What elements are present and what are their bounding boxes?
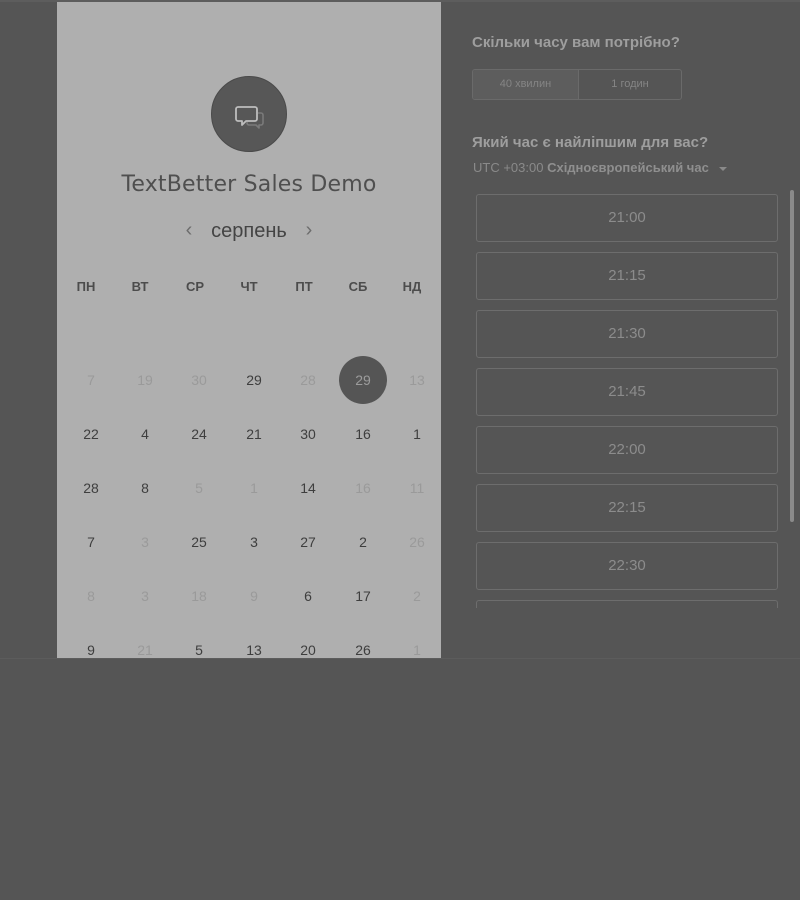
calendar-days-grid: 7 19 30 29 28 29 13 22 4 24 21 30 16 1 28 8 5 1 14 16 11 7 3 25… bbox=[57, 2, 441, 658]
calendar-day: 3 bbox=[141, 588, 149, 604]
time-question: Який час є найліпшим для вас? bbox=[472, 134, 709, 151]
time-slot-scrollbar[interactable] bbox=[790, 190, 794, 522]
duration-selector: 40 хвилин 1 годин bbox=[472, 69, 682, 100]
calendar-day[interactable]: 7 bbox=[67, 518, 115, 566]
timezone-name: Східноєвропейський час bbox=[547, 160, 709, 175]
calendar-day: 18 bbox=[191, 588, 207, 604]
calendar-day[interactable]: 5 bbox=[175, 626, 223, 658]
time-slot[interactable]: 21:30 bbox=[476, 310, 778, 358]
calendar-day[interactable]: 30 bbox=[284, 410, 332, 458]
calendar-day: 3 bbox=[141, 534, 149, 550]
calendar-day[interactable]: 29 bbox=[230, 356, 278, 404]
calendar-day: 21 bbox=[137, 642, 153, 658]
time-slot[interactable]: 22:15 bbox=[476, 484, 778, 532]
calendar-day: 28 bbox=[300, 372, 316, 388]
calendar-day[interactable]: 17 bbox=[339, 572, 387, 620]
calendar-day[interactable]: 16 bbox=[339, 410, 387, 458]
time-slot[interactable]: 22:00 bbox=[476, 426, 778, 474]
calendar-day: 30 bbox=[191, 372, 207, 388]
chevron-down-icon bbox=[719, 166, 728, 171]
calendar-day: 8 bbox=[87, 588, 95, 604]
time-slot-list: 21:00 21:15 21:30 21:45 22:00 22:15 22:3… bbox=[470, 190, 785, 608]
calendar-day: 5 bbox=[195, 480, 203, 496]
calendar-day[interactable]: 4 bbox=[121, 410, 169, 458]
time-slot[interactable] bbox=[476, 600, 778, 608]
calendar-day[interactable]: 25 bbox=[175, 518, 223, 566]
calendar-day[interactable]: 14 bbox=[284, 464, 332, 512]
calendar-day: 2 bbox=[413, 588, 421, 604]
calendar-day[interactable]: 9 bbox=[67, 626, 115, 658]
calendar-day[interactable]: 1 bbox=[393, 410, 441, 458]
time-slot[interactable]: 21:00 bbox=[476, 194, 778, 242]
calendar-day[interactable]: 26 bbox=[339, 626, 387, 658]
duration-option-40-min[interactable]: 40 хвилин bbox=[473, 70, 579, 99]
calendar-day: 13 bbox=[409, 372, 425, 388]
timezone-offset: UTC +03:00 bbox=[473, 160, 544, 175]
calendar-day[interactable]: 3 bbox=[230, 518, 278, 566]
calendar-day: 19 bbox=[137, 372, 153, 388]
calendar-day[interactable]: 28 bbox=[67, 464, 115, 512]
calendar-day[interactable]: 22 bbox=[67, 410, 115, 458]
time-slot[interactable]: 21:15 bbox=[476, 252, 778, 300]
calendar-day[interactable]: 6 bbox=[284, 572, 332, 620]
calendar-day: 9 bbox=[250, 588, 258, 604]
duration-question: Скільки часу вам потрібно? bbox=[472, 34, 680, 51]
calendar-panel: TextBetter Sales Demo ‹ серпень › ПН ВТ … bbox=[57, 2, 441, 658]
calendar-day: 7 bbox=[87, 372, 95, 388]
calendar-day[interactable]: 20 bbox=[284, 626, 332, 658]
time-slot[interactable]: 22:30 bbox=[476, 542, 778, 590]
calendar-day[interactable]: 21 bbox=[230, 410, 278, 458]
calendar-day-selected[interactable]: 29 bbox=[339, 356, 387, 404]
calendar-day[interactable]: 13 bbox=[230, 626, 278, 658]
timezone-selector[interactable]: UTC +03:00 Східноєвропейський час bbox=[473, 160, 728, 175]
calendar-day[interactable]: 27 bbox=[284, 518, 332, 566]
calendar-day[interactable]: 8 bbox=[121, 464, 169, 512]
calendar-day: 26 bbox=[409, 534, 425, 550]
calendar-day: 1 bbox=[250, 480, 258, 496]
time-slot[interactable]: 21:45 bbox=[476, 368, 778, 416]
calendar-day: 16 bbox=[355, 480, 371, 496]
duration-option-1-hour[interactable]: 1 годин bbox=[579, 70, 681, 99]
calendar-day: 11 bbox=[409, 480, 425, 496]
calendar-day: 1 bbox=[413, 642, 421, 658]
overlay-edge bbox=[0, 658, 800, 659]
calendar-day[interactable]: 2 bbox=[339, 518, 387, 566]
scheduling-page: TextBetter Sales Demo ‹ серпень › ПН ВТ … bbox=[0, 0, 800, 900]
calendar-day[interactable]: 24 bbox=[175, 410, 223, 458]
